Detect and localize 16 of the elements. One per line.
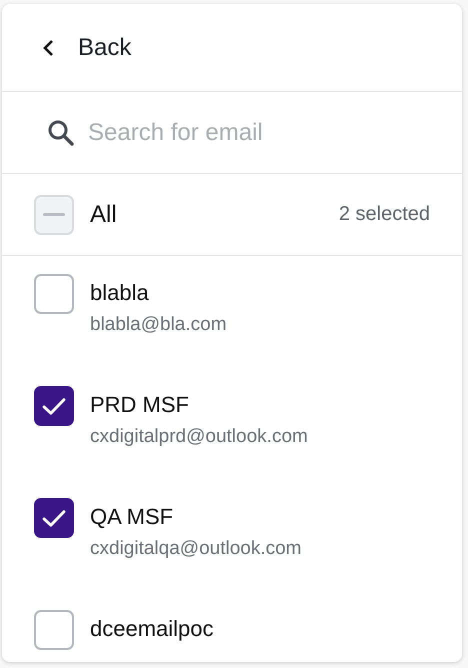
chevron-left-icon xyxy=(42,38,54,56)
checkbox[interactable] xyxy=(34,610,74,650)
checkbox[interactable] xyxy=(34,274,74,314)
search-icon xyxy=(46,118,76,148)
contact-name: PRD MSF xyxy=(90,392,190,418)
contact-email: cxdigitalqa@outlook.com xyxy=(90,538,302,560)
contact-email: cxdigitalprd@outlook.com xyxy=(90,426,308,448)
back-button[interactable]: Back xyxy=(2,4,462,92)
selected-count: 2 selected xyxy=(338,203,430,226)
checkbox[interactable] xyxy=(34,386,74,426)
contact-email: blabla@bla.com xyxy=(90,314,227,336)
contact-name: dceemailpoc xyxy=(90,616,214,642)
contact-name: QA MSF xyxy=(90,504,174,530)
checkbox[interactable] xyxy=(34,498,74,538)
select-all-label: All xyxy=(90,200,118,228)
contact-name: blabla xyxy=(90,280,150,306)
